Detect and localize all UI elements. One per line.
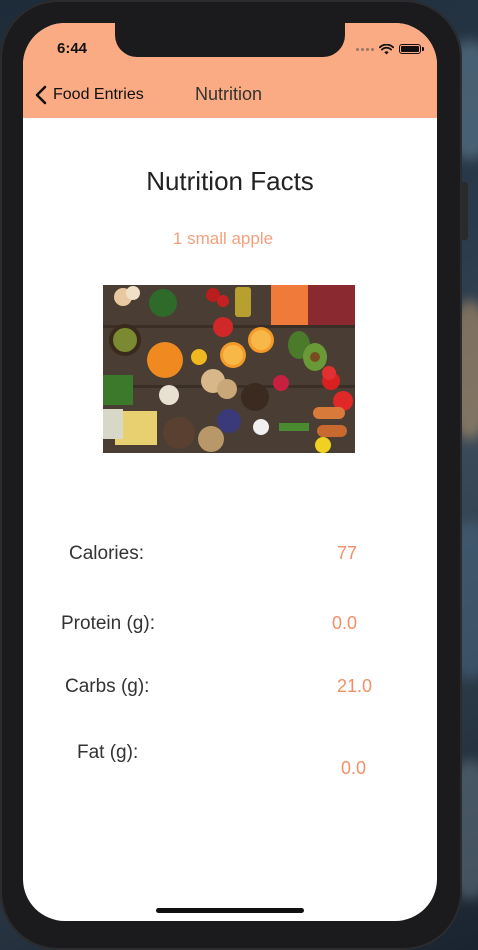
wifi-icon bbox=[379, 43, 394, 54]
side-button bbox=[462, 182, 468, 240]
carbs-label: Carbs (g): bbox=[65, 676, 150, 697]
status-time: 6:44 bbox=[57, 40, 88, 57]
fat-label: Fat (g): bbox=[77, 742, 139, 763]
food-illustration bbox=[103, 285, 355, 453]
food-name: 1 small apple bbox=[172, 229, 274, 248]
chevron-left-icon bbox=[35, 85, 47, 105]
signal-icon bbox=[356, 47, 374, 51]
battery-icon bbox=[399, 44, 424, 54]
fat-value: 0.0 bbox=[341, 758, 367, 778]
navigation-bar: 6:44 Food Entries Nutrition bbox=[23, 23, 437, 118]
protein-label: Protein (g): bbox=[61, 613, 155, 634]
back-button-label: Food Entries bbox=[53, 86, 144, 103]
food-image bbox=[103, 285, 355, 453]
carbs-value: 21.0 bbox=[337, 676, 373, 696]
calories-label: Calories: bbox=[69, 543, 144, 564]
status-icons bbox=[356, 43, 424, 55]
nav-title: Nutrition bbox=[195, 84, 263, 104]
app-screen: 6:44 Food Entries Nutrition Nutrition Fa… bbox=[23, 23, 437, 921]
back-button[interactable]: Food Entries bbox=[35, 83, 144, 107]
protein-value: 0.0 bbox=[332, 613, 358, 633]
calories-value: 77 bbox=[337, 543, 358, 563]
page-title: Nutrition Facts bbox=[146, 166, 314, 196]
notch bbox=[115, 23, 345, 57]
home-indicator[interactable] bbox=[156, 908, 304, 913]
